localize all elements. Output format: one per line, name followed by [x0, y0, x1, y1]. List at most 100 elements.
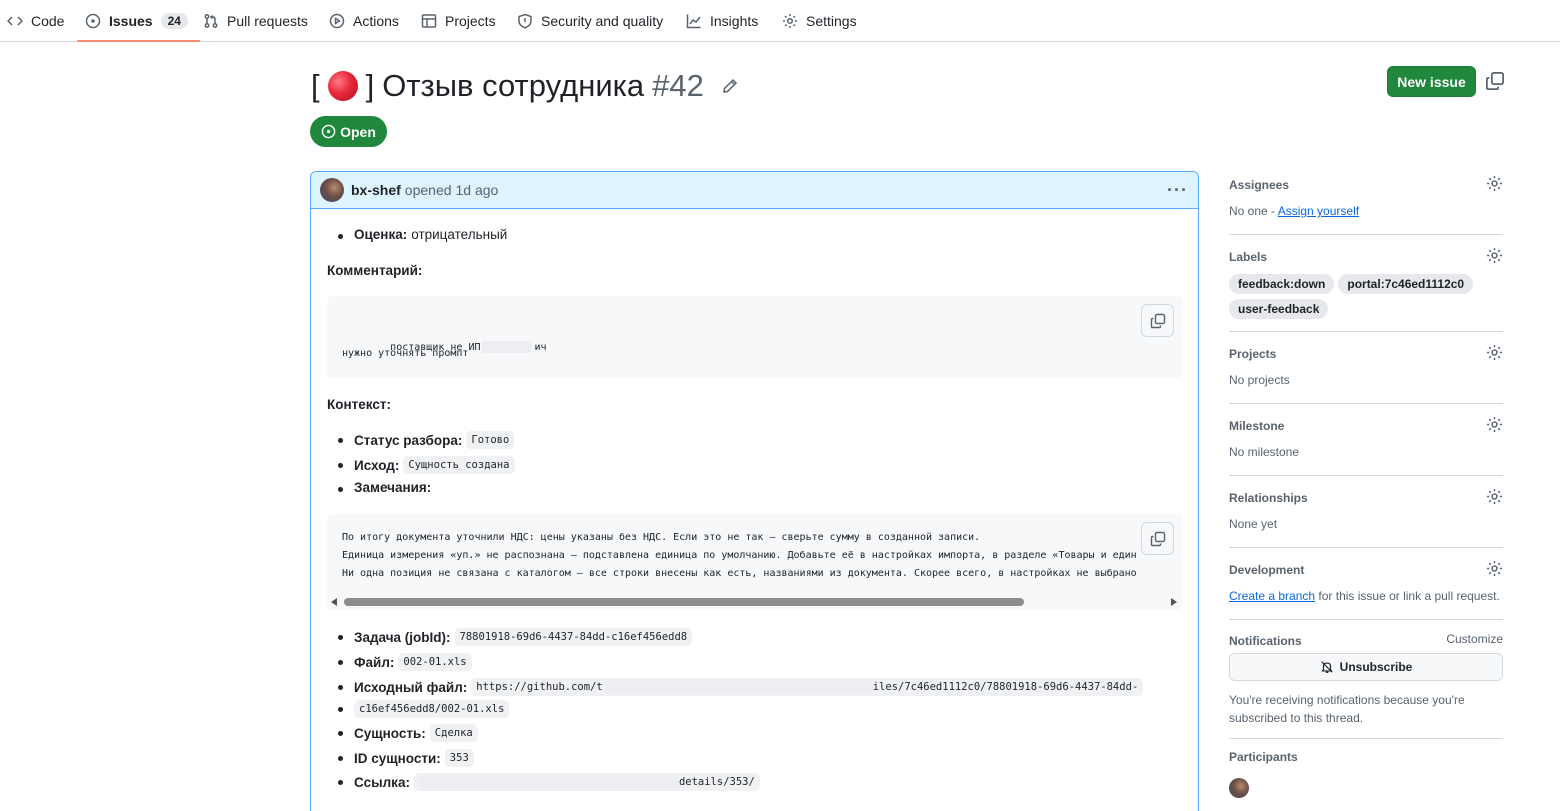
code-line: нужно уточнять промпт: [342, 348, 469, 359]
tab-actions-label: Actions: [353, 12, 399, 29]
relationships-none: None yet: [1229, 517, 1278, 531]
tab-pull-requests-label: Pull requests: [227, 12, 308, 29]
participant-avatar[interactable]: [1229, 778, 1249, 798]
tab-security[interactable]: Security and quality: [517, 0, 663, 41]
projects-none: No projects: [1229, 373, 1290, 387]
notifications-note: You're receiving notifications because y…: [1229, 693, 1465, 707]
sidebar-assignees: Assignees No one - Assign yourself: [1229, 175, 1503, 218]
rating-label: Оценка:: [354, 227, 408, 242]
gear-icon[interactable]: [1486, 344, 1503, 361]
horizontal-scrollbar[interactable]: [327, 594, 1183, 610]
tab-pull-requests[interactable]: Pull requests: [203, 0, 308, 41]
scroll-right-arrow-icon[interactable]: [1171, 598, 1177, 606]
label-chip[interactable]: user-feedback: [1229, 299, 1329, 319]
assign-yourself-link[interactable]: Assign yourself: [1278, 204, 1359, 218]
participants-title: Participants: [1229, 750, 1298, 764]
divider: [1229, 738, 1503, 739]
issue-state-label: Open: [340, 123, 376, 140]
list-item: Замечания:: [337, 480, 435, 495]
pencil-icon[interactable]: [722, 78, 738, 94]
list-item: Статус разбора: Готово: [337, 431, 515, 449]
tab-code[interactable]: Code: [7, 0, 64, 41]
code-line: Ни одна позиция не связана с каталогом —…: [342, 568, 1137, 579]
divider: [1229, 331, 1503, 332]
file-value: 002-01.xls: [398, 653, 472, 671]
sidebar-labels: Labels feedback:down portal:7c46ed1112c0 …: [1229, 247, 1503, 319]
copy-icon: [1150, 313, 1165, 328]
source-label: Исходный файл:: [354, 679, 468, 695]
status-label: Статус разбора:: [354, 432, 463, 448]
title-prefix: [: [311, 68, 320, 103]
tab-insights[interactable]: Insights: [686, 0, 758, 41]
code-icon: [7, 15, 23, 26]
list-item: Файл: 002-01.xls: [338, 653, 472, 671]
issue-opened-icon: [85, 13, 101, 28]
tab-settings-label: Settings: [806, 12, 857, 29]
entity-id-label: ID сущности:: [354, 750, 441, 766]
copy-button[interactable]: [1141, 304, 1174, 337]
rating-value: отрицательный: [411, 227, 508, 242]
copy-link-icon[interactable]: [1485, 71, 1505, 91]
code-line: ич: [534, 342, 547, 353]
relationships-title: Relationships: [1229, 491, 1308, 505]
entity-label: Сущность:: [354, 725, 426, 741]
new-issue-button[interactable]: New issue: [1387, 66, 1476, 97]
tab-issues-label: Issues: [109, 12, 153, 29]
comment-time[interactable]: 1d ago: [456, 182, 499, 198]
repo-nav: Code Issues 24 Pull requests Actions Pro…: [0, 0, 1560, 42]
sidebar-relationships: Relationships None yet: [1229, 488, 1503, 531]
redacted-block: [418, 776, 679, 788]
scrollbar-thumb[interactable]: [344, 598, 1024, 606]
unsubscribe-button[interactable]: Unsubscribe: [1229, 653, 1503, 681]
copy-button[interactable]: [1141, 522, 1174, 555]
label-chip[interactable]: portal:7c46ed1112c0: [1338, 274, 1474, 294]
gear-icon[interactable]: [1486, 416, 1503, 433]
copy-icon: [1150, 531, 1165, 546]
gear-icon[interactable]: [1486, 247, 1503, 264]
gear-icon[interactable]: [1486, 560, 1503, 577]
comment-author[interactable]: bx-shef: [351, 182, 401, 198]
list-item: Сущность: Сделка: [338, 724, 478, 742]
scroll-left-arrow-icon[interactable]: [331, 598, 337, 606]
source-value-continued: c16ef456edd8/002-01.xls: [354, 700, 510, 718]
context-heading: Контекст:: [327, 397, 391, 412]
shield-icon: [518, 13, 532, 29]
link-label: Ссылка:: [354, 774, 410, 790]
create-branch-link[interactable]: Create a branch: [1229, 589, 1315, 603]
tab-actions[interactable]: Actions: [329, 0, 399, 41]
list-item: Задача (jobId): 78801918-69d6-4437-84dd-…: [337, 628, 693, 646]
gear-icon[interactable]: [1486, 175, 1503, 192]
tab-settings[interactable]: Settings: [782, 0, 857, 41]
entity-id-value: 353: [444, 749, 474, 767]
outcome-value: Сущность создана: [403, 456, 515, 474]
graph-icon: [686, 14, 701, 28]
labels-title: Labels: [1229, 250, 1268, 264]
tab-issues[interactable]: Issues 24: [77, 0, 200, 42]
customize-link[interactable]: Customize: [1446, 632, 1503, 646]
unsubscribe-label: Unsubscribe: [1339, 660, 1413, 674]
assignees-none: No one -: [1229, 204, 1276, 218]
source-value-part: iles/7c46ed1112c0/78801918-69d6-4437-84d…: [872, 681, 1139, 693]
tab-projects[interactable]: Projects: [421, 0, 496, 41]
issue-title: [ ] Отзыв сотрудника #42: [311, 68, 738, 104]
code-line: По итогу документа уточнили НДС: цены ук…: [342, 532, 981, 543]
bell-slash-icon: [1320, 661, 1333, 673]
label-chip[interactable]: feedback:down: [1229, 274, 1335, 294]
tab-code-label: Code: [31, 12, 65, 29]
divider: [1229, 547, 1503, 548]
development-text: for this issue or link a pull request.: [1318, 589, 1500, 603]
list-item: Исход: Сущность создана: [338, 456, 515, 474]
gear-icon[interactable]: [1486, 488, 1503, 505]
job-label: Задача (jobId):: [354, 629, 451, 645]
kebab-menu-icon[interactable]: ···: [1167, 180, 1188, 201]
code-block-notes: По итогу документа уточнили НДС: цены ук…: [327, 514, 1183, 610]
divider: [1229, 475, 1503, 476]
code-block-comment: поставщик не ИП ич нужно уточнять промпт: [327, 296, 1183, 378]
issue-comment: bx-shef opened 1d ago ··· Оценка: отрица…: [310, 171, 1199, 811]
comment-header: bx-shef opened 1d ago ···: [311, 172, 1198, 209]
file-label: Файл:: [354, 654, 395, 670]
tab-insights-label: Insights: [710, 12, 759, 29]
avatar[interactable]: [320, 178, 344, 202]
redacted-block: [482, 341, 533, 353]
outcome-label: Исход:: [354, 457, 400, 473]
